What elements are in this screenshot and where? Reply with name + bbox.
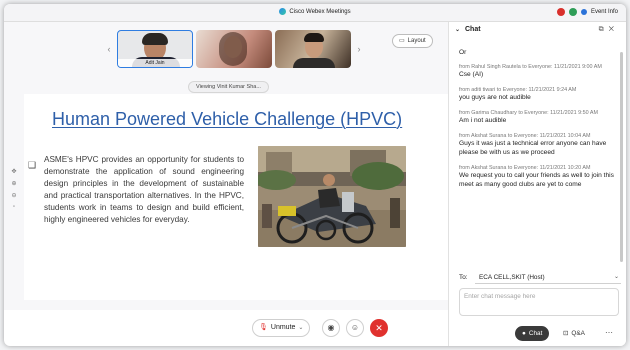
pointer-icon[interactable]: ✥: [10, 168, 18, 175]
chat-message: from Akshat Surana to Everyone: 11/21/20…: [459, 164, 614, 188]
chat-title: Chat: [465, 26, 481, 33]
info-icon[interactable]: [580, 9, 587, 15]
participant-name: Adit Jain: [118, 59, 192, 67]
chat-bubble-icon: ●: [522, 330, 526, 337]
chat-message: from Rahul Singh Rautela to Everyone: 11…: [459, 63, 602, 79]
record-status-icon[interactable]: [556, 8, 565, 16]
participant-video-1[interactable]: Adit Jain: [117, 30, 193, 68]
hpvc-vehicle-photo: [258, 146, 406, 247]
layout-button[interactable]: ▭ Layout: [392, 34, 433, 48]
chat-header: ⌄ Chat ⧉✕: [449, 22, 626, 40]
meeting-stage: ‹ Adit Jain › ▭ Layout Viewing Vinit Kum…: [4, 22, 448, 310]
to-label: To:: [459, 274, 468, 281]
title-bar: Cisco Webex Meetings Event Info: [4, 4, 626, 22]
participant-thumbnails: ‹ Adit Jain ›: [104, 30, 364, 68]
chat-message: from Akshat Surana to Everyone: 11/21/20…: [459, 132, 607, 156]
window-title: Cisco Webex Meetings: [289, 9, 351, 16]
chat-scrollbar[interactable]: [620, 52, 623, 262]
reactions-button[interactable]: ☺: [346, 319, 364, 337]
shared-slide: Human Powered Vehicle Challenge (HPVC) ❑…: [24, 94, 448, 300]
participant-video-2[interactable]: [196, 30, 272, 68]
slide-body: ASME's HPVC provides an opportunity for …: [44, 155, 244, 224]
unmute-button[interactable]: 🎙 Unmute ⌄: [252, 319, 311, 337]
viewing-indicator: Viewing Vinit Kumar Sha...: [188, 81, 269, 93]
bullet-icon: ❑: [28, 160, 37, 170]
chevron-left-icon[interactable]: ‹: [104, 44, 114, 54]
webex-window: Cisco Webex Meetings Event Info ‹ Adit J…: [4, 4, 626, 346]
qa-icon: ⊡: [563, 330, 569, 337]
webex-logo-icon: [279, 8, 287, 15]
chat-message-input[interactable]: [459, 288, 619, 316]
slide-title: Human Powered Vehicle Challenge (HPVC): [52, 109, 403, 129]
popout-icon[interactable]: ⧉: [599, 26, 609, 33]
mic-muted-icon: 🎙: [259, 324, 268, 331]
collapse-chat-icon[interactable]: ⌄: [455, 26, 460, 33]
meeting-controls: 🎙 Unmute ⌄ ◉ ☺ ✕: [4, 310, 448, 346]
stop-video-button[interactable]: ◉: [322, 319, 340, 337]
chat-message: from aditi tiwari to Everyone: 11/21/202…: [459, 86, 577, 102]
recipient-select[interactable]: ECA CELL,SKIT (Host) ⌄: [475, 272, 621, 284]
zoom-out-icon[interactable]: ⊖: [10, 192, 18, 199]
fit-icon[interactable]: ▫: [10, 204, 18, 210]
recipient-row: To: ECA CELL,SKIT (Host) ⌄: [459, 272, 621, 284]
chat-messages: Or from Rahul Singh Rautela to Everyone:…: [459, 48, 619, 189]
zoom-in-icon[interactable]: ⊕: [10, 180, 18, 187]
chevron-right-icon[interactable]: ›: [354, 44, 364, 54]
close-icon[interactable]: ✕: [609, 26, 619, 33]
vehicle-photo-image: [258, 146, 406, 247]
end-meeting-button[interactable]: ✕: [370, 319, 388, 337]
qa-tab-button[interactable]: ⊡ Q&A: [563, 326, 585, 341]
panel-tabs: ● Chat ⊡ Q&A ⋯: [449, 322, 626, 346]
chevron-down-icon: ⌄: [298, 325, 304, 331]
more-options-icon[interactable]: ⋯: [605, 326, 613, 341]
chat-panel: ⌄ Chat ⧉✕ Or from Rahul Singh Rautela to…: [448, 22, 626, 346]
layout-icon: ▭: [399, 38, 405, 44]
connection-status-icon[interactable]: [568, 8, 577, 16]
participant-video-3[interactable]: [275, 30, 351, 68]
chevron-down-icon: ⌄: [613, 274, 619, 280]
annotation-tools: ✥ ⊕ ⊖ ▫: [10, 168, 18, 210]
chat-tab-button[interactable]: ● Chat: [515, 326, 550, 341]
chat-message: Or: [459, 49, 467, 56]
event-info-link[interactable]: Event Info: [591, 9, 618, 15]
chat-message: from Garima Chaudhary to Everyone: 11/21…: [459, 109, 598, 125]
